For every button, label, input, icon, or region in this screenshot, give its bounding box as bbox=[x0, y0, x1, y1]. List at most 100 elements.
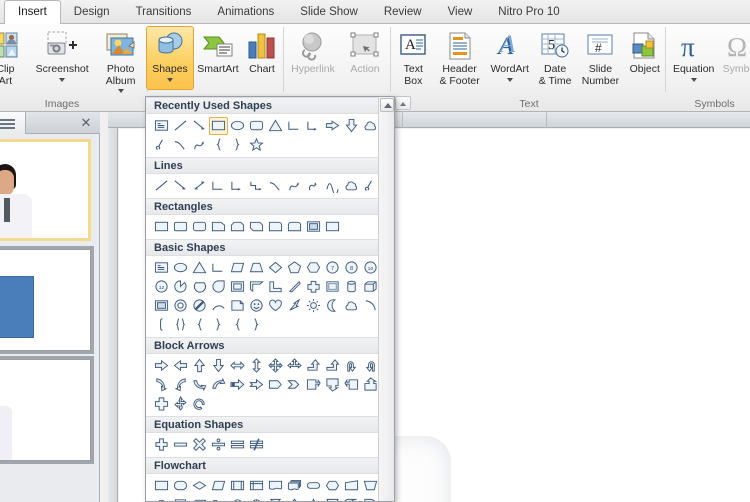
shape-scribble-icon[interactable] bbox=[152, 136, 171, 154]
shape-multiply-icon[interactable] bbox=[190, 436, 209, 454]
shape-fc-merge-icon[interactable] bbox=[323, 496, 342, 502]
shape-elbow1-icon[interactable] bbox=[209, 177, 228, 195]
shape-round2-icon[interactable] bbox=[285, 218, 304, 236]
shape-line-icon[interactable] bbox=[152, 177, 171, 195]
shape-dblarrow-icon[interactable] bbox=[190, 177, 209, 195]
shape-fc-term-icon[interactable] bbox=[304, 477, 323, 495]
photo-album-button[interactable]: Photo Album bbox=[93, 26, 148, 94]
action-button[interactable]: Action bbox=[339, 26, 391, 90]
slide-thumbnail-2[interactable] bbox=[0, 249, 91, 351]
shape-fc-doc-icon[interactable] bbox=[266, 477, 285, 495]
shape-tri-icon[interactable] bbox=[190, 259, 209, 277]
shape-can-icon[interactable] bbox=[342, 278, 361, 296]
shape-paral-icon[interactable] bbox=[228, 259, 247, 277]
shape-rect-icon[interactable] bbox=[209, 117, 228, 135]
shape-pent-icon[interactable] bbox=[285, 259, 304, 277]
shape-leftcall-icon[interactable] bbox=[342, 376, 361, 394]
shape-snip3-icon[interactable] bbox=[247, 218, 266, 236]
slides-tab-icon[interactable] bbox=[0, 112, 26, 134]
shape-rrect2-icon[interactable] bbox=[171, 218, 190, 236]
shape-fc-dec-icon[interactable] bbox=[190, 477, 209, 495]
shape-trap-icon[interactable] bbox=[247, 259, 266, 277]
shape-fc-store-icon[interactable] bbox=[342, 496, 361, 502]
chevron-down-icon[interactable] bbox=[118, 89, 124, 93]
shape-fc-manin-icon[interactable] bbox=[342, 477, 361, 495]
shape-fc-predef-icon[interactable] bbox=[228, 477, 247, 495]
shape-fc-data-icon[interactable] bbox=[209, 477, 228, 495]
shape-rect-icon[interactable] bbox=[152, 218, 171, 236]
tab-design[interactable]: Design bbox=[61, 1, 123, 24]
tab-review[interactable]: Review bbox=[371, 1, 435, 24]
shape-bothbrc-icon[interactable] bbox=[171, 316, 190, 334]
shape-smiley-icon[interactable] bbox=[247, 297, 266, 315]
header-footer-button[interactable]: Header & Footer bbox=[433, 26, 487, 90]
shape-rrect-icon[interactable] bbox=[190, 218, 209, 236]
shape-chevron-icon[interactable] bbox=[285, 376, 304, 394]
smartart-button[interactable]: SmartArt bbox=[194, 26, 242, 90]
list-item[interactable] bbox=[0, 136, 94, 244]
list-item[interactable] bbox=[0, 246, 94, 354]
shape-rightcall-icon[interactable] bbox=[304, 376, 323, 394]
chevron-down-icon[interactable] bbox=[59, 78, 65, 82]
shape-fc-sort-icon[interactable] bbox=[285, 496, 304, 502]
shape-adown-icon[interactable] bbox=[209, 357, 228, 375]
shape-curve1-icon[interactable] bbox=[266, 177, 285, 195]
tab-transitions[interactable]: Transitions bbox=[123, 1, 205, 24]
shape-oct-icon[interactable]: 8 bbox=[342, 259, 361, 277]
shape-tri-icon[interactable] bbox=[266, 117, 285, 135]
object-button[interactable]: Object bbox=[624, 26, 666, 90]
tab-view[interactable]: View bbox=[435, 1, 486, 24]
shape-arrow-icon[interactable] bbox=[171, 177, 190, 195]
shape-lbrk-icon[interactable] bbox=[152, 316, 171, 334]
shape-fc-sumj-icon[interactable] bbox=[228, 496, 247, 502]
shape-rbrace-icon[interactable] bbox=[209, 316, 228, 334]
shape-bolt-icon[interactable] bbox=[285, 297, 304, 315]
shape-arc-icon[interactable] bbox=[209, 297, 228, 315]
shape-snip2-icon[interactable] bbox=[228, 218, 247, 236]
shape-fc-extr-icon[interactable] bbox=[304, 496, 323, 502]
shape-lshape-icon[interactable] bbox=[266, 278, 285, 296]
shape-cross-icon[interactable] bbox=[304, 278, 323, 296]
shape-elbow2-icon[interactable] bbox=[304, 117, 323, 135]
shape-moon-icon[interactable] bbox=[323, 297, 342, 315]
shape-curve3-icon[interactable] bbox=[190, 136, 209, 154]
shape-minus-icon[interactable] bbox=[171, 436, 190, 454]
shape-frame-icon[interactable] bbox=[228, 278, 247, 296]
shape-equal-icon[interactable] bbox=[228, 436, 247, 454]
date-time-button[interactable]: 5 Date & Time bbox=[533, 26, 577, 90]
shape-fc-or-icon[interactable] bbox=[247, 496, 266, 502]
shape-blkright-icon[interactable] bbox=[323, 117, 342, 135]
shape-textbox-icon[interactable] bbox=[152, 259, 171, 277]
shape-rbrace-icon[interactable] bbox=[228, 136, 247, 154]
slide-thumbnail-list[interactable] bbox=[0, 134, 94, 502]
shape-quadarrow-icon[interactable] bbox=[152, 395, 171, 413]
shape-curve4-icon[interactable] bbox=[304, 177, 323, 195]
shape-bevel-icon[interactable] bbox=[304, 218, 323, 236]
shape-lbrace-icon[interactable] bbox=[209, 136, 228, 154]
chevron-down-icon[interactable] bbox=[167, 78, 173, 82]
shape-curve3-icon[interactable] bbox=[285, 177, 304, 195]
shape-curvedd-icon[interactable] bbox=[209, 376, 228, 394]
text-box-button[interactable]: A Text Box bbox=[394, 26, 433, 90]
shape-elbow1-icon[interactable] bbox=[285, 117, 304, 135]
shape-cloud-icon[interactable] bbox=[342, 297, 361, 315]
shape-pentarrow-icon[interactable] bbox=[266, 376, 285, 394]
shape-circarrow-icon[interactable] bbox=[190, 395, 209, 413]
symbol-button[interactable]: Ω Symbol bbox=[718, 26, 750, 90]
shape-foldcorn-icon[interactable] bbox=[228, 297, 247, 315]
shape-conn-icon[interactable] bbox=[247, 177, 266, 195]
shapes-gallery-dropdown[interactable]: Recently Used ShapesLinesRectanglesBasic… bbox=[145, 96, 395, 502]
shapes-button[interactable]: Shapes bbox=[146, 26, 194, 90]
scroll-up-arrow-icon[interactable] bbox=[380, 98, 394, 112]
shape-fc-proc-icon[interactable] bbox=[152, 477, 171, 495]
shape-blkdown-icon[interactable] bbox=[342, 117, 361, 135]
shape-curvedu-icon[interactable] bbox=[190, 376, 209, 394]
chevron-down-icon[interactable] bbox=[507, 78, 513, 82]
shape-diag-icon[interactable] bbox=[285, 278, 304, 296]
shape-elbow1-icon[interactable] bbox=[209, 259, 228, 277]
shape-round1-icon[interactable] bbox=[266, 218, 285, 236]
shape-uturn-icon[interactable] bbox=[342, 357, 361, 375]
shape-fc-offpg-icon[interactable] bbox=[171, 496, 190, 502]
shape-stripedr-icon[interactable] bbox=[228, 376, 247, 394]
shape-cloud-icon[interactable] bbox=[342, 177, 361, 195]
